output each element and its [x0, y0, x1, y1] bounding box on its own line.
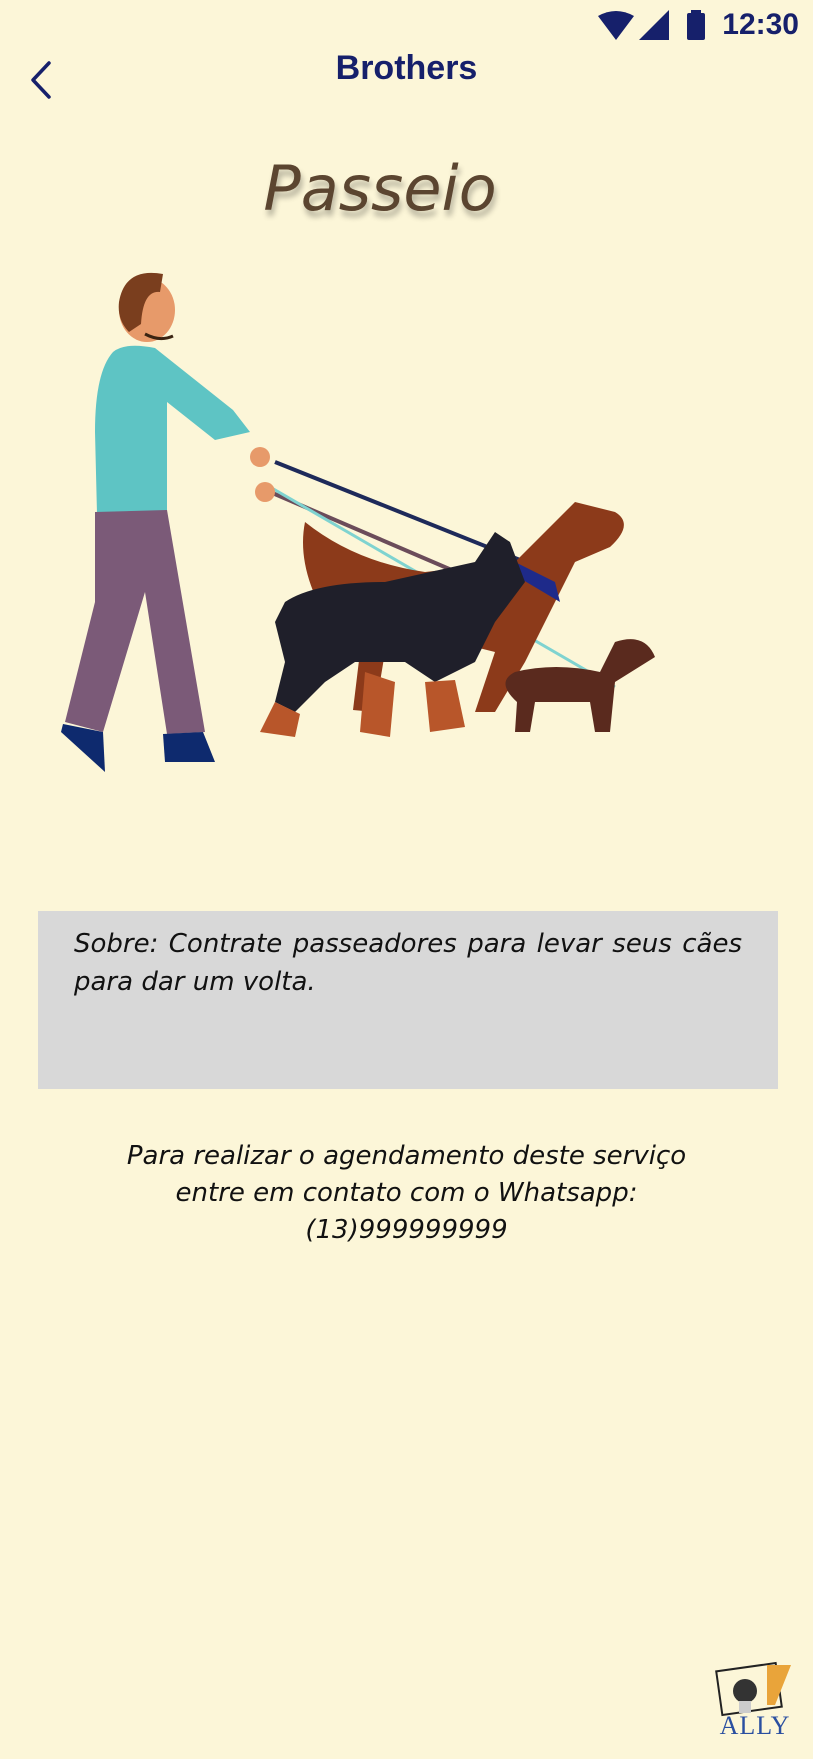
contact-line-2: entre em contato com o Whatsapp:: [175, 1178, 638, 1208]
page-title: Passeio: [263, 152, 497, 225]
status-time: 12:30: [722, 8, 799, 41]
battery-icon: [687, 10, 705, 40]
contact-line-1: Para realizar o agendamento deste serviç…: [126, 1141, 687, 1171]
logo-text: ALLY: [719, 1711, 791, 1740]
wifi-icon: [598, 11, 634, 40]
app-bar: Brothers: [0, 50, 813, 140]
contact-info: Para realizar o agendamento deste serviç…: [60, 1138, 753, 1249]
ally-logo: ALLY: [715, 1661, 795, 1741]
dog-walker-illustration: [61, 272, 655, 772]
status-bar: 12:30: [0, 0, 813, 50]
about-text: Sobre: Contrate passeadores para levar s…: [74, 929, 742, 997]
app-title: Brothers: [335, 49, 478, 87]
signal-icon: [639, 10, 669, 40]
about-box: Sobre: Contrate passeadores para levar s…: [38, 911, 778, 1089]
contact-phone[interactable]: (13)999999999: [60, 1212, 753, 1249]
